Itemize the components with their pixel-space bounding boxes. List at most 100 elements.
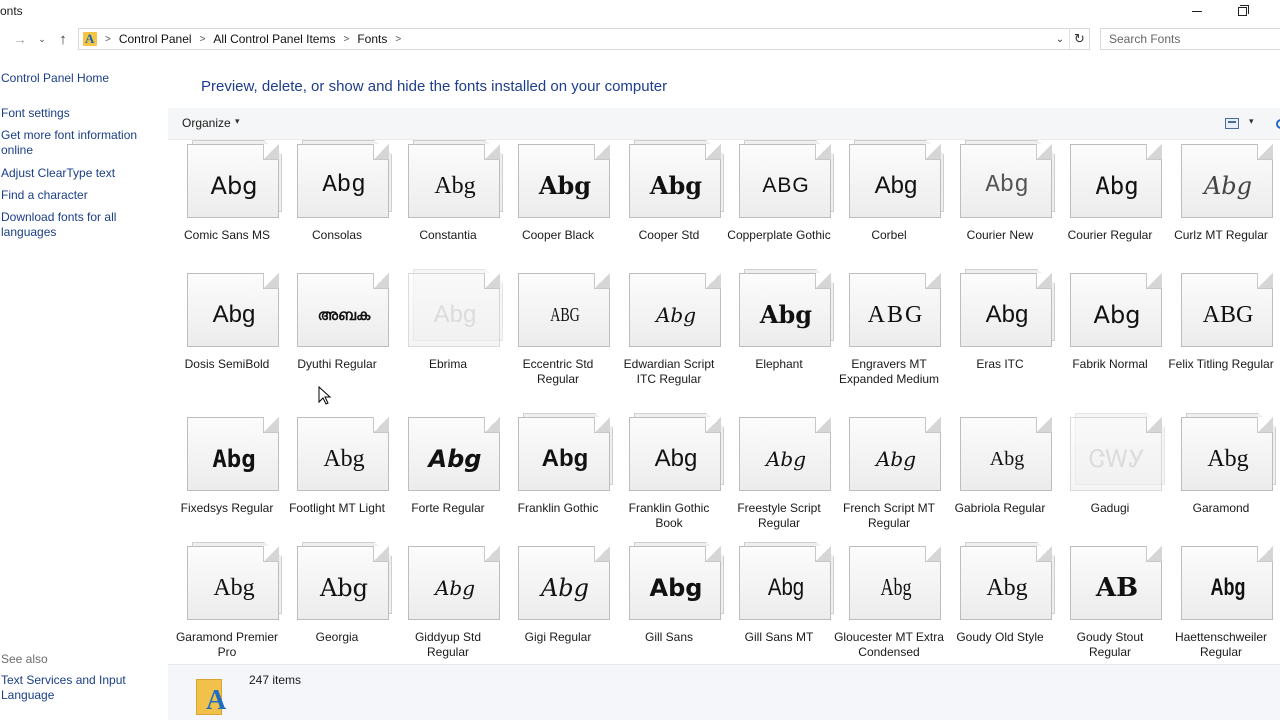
font-name-label: Corbel bbox=[871, 228, 907, 242]
font-file-icon: Abg bbox=[408, 140, 503, 220]
font-name-label: Georgia bbox=[315, 630, 359, 644]
font-file-icon: Abg bbox=[408, 413, 502, 493]
font-preview-sample: Abg bbox=[649, 171, 703, 200]
font-name-label: Goudy Old Style bbox=[956, 630, 1044, 644]
change-view-icon[interactable] bbox=[1225, 118, 1239, 129]
font-file-icon: Abg bbox=[187, 269, 281, 349]
font-file-icon: ABG bbox=[1181, 269, 1275, 349]
font-file-icon: AB bbox=[1070, 542, 1164, 622]
sidebar-link-download-fonts[interactable]: Download fonts for all languages bbox=[1, 210, 126, 240]
font-file-icon: Abg bbox=[739, 542, 834, 622]
help-icon[interactable] bbox=[1276, 119, 1280, 129]
window-title: onts bbox=[0, 4, 23, 18]
font-file-icon: Abg bbox=[960, 140, 1055, 220]
font-file-icon: Abg bbox=[960, 542, 1055, 622]
up-button[interactable]: ↑ bbox=[54, 29, 72, 49]
sidebar-link-control-panel-home[interactable]: Control Panel Home bbox=[1, 71, 151, 86]
search-input[interactable] bbox=[1100, 28, 1280, 50]
font-name-label: Gill Sans MT bbox=[744, 630, 814, 644]
font-name-label: Courier New bbox=[966, 228, 1034, 242]
font-preview-sample: Abg bbox=[759, 300, 813, 329]
address-bar[interactable]: A > Control Panel > All Control Panel It… bbox=[78, 28, 1090, 50]
font-file-icon: Abg bbox=[297, 542, 392, 622]
font-preview-sample: Abg bbox=[654, 445, 698, 472]
font-preview-sample: Abg bbox=[319, 574, 369, 602]
fonts-folder-large-icon: A bbox=[196, 675, 230, 719]
forward-button[interactable]: → bbox=[12, 29, 28, 49]
font-name-label: Cooper Std bbox=[638, 228, 700, 242]
sidebar-link-find-character[interactable]: Find a character bbox=[1, 188, 151, 203]
font-file-icon: ᏣᎳᎩ bbox=[1070, 413, 1165, 493]
font-name-label: Cooper Black bbox=[521, 228, 595, 242]
font-file-icon: Abg bbox=[849, 140, 944, 220]
font-file-icon: Abg bbox=[849, 542, 943, 622]
font-preview-sample: ᏣᎳᎩ bbox=[1088, 445, 1146, 473]
refresh-icon: ↻ bbox=[1074, 31, 1085, 46]
font-preview-sample: Abg bbox=[765, 447, 807, 471]
font-grid: Abg Comic Sans MS Abg Consolas Abg Constantia… bbox=[168, 140, 1280, 664]
breadcrumb-separator-icon[interactable]: > bbox=[200, 34, 206, 45]
breadcrumb-separator-icon[interactable]: > bbox=[395, 34, 401, 45]
sidebar-link-text-services[interactable]: Text Services and Input Language bbox=[1, 673, 136, 703]
font-preview-sample: Abg bbox=[985, 172, 1029, 199]
font-file-icon: Abg bbox=[1181, 413, 1276, 493]
font-preview-sample: Abg bbox=[985, 301, 1029, 328]
details-pane: A 247 items bbox=[168, 664, 1280, 720]
title-bar: onts bbox=[0, 0, 1280, 26]
font-name-label: Elephant bbox=[755, 357, 803, 371]
font-preview-sample: ABG bbox=[1202, 302, 1254, 328]
breadcrumb-control-panel[interactable]: Control Panel bbox=[119, 32, 192, 46]
font-preview-sample: Abg bbox=[1095, 172, 1139, 200]
view-options-dropdown-icon[interactable]: ▾ bbox=[1249, 116, 1254, 127]
sidebar-link-cleartype[interactable]: Adjust ClearType text bbox=[1, 166, 151, 181]
font-name-label: Giddyup Std Regular bbox=[414, 630, 482, 659]
font-file-icon: Abg bbox=[408, 269, 503, 349]
font-preview-sample: Abg bbox=[986, 575, 1028, 601]
font-preview-sample: Abg bbox=[428, 445, 482, 473]
sidebar-link-more-font-info[interactable]: Get more font information online bbox=[1, 128, 146, 158]
font-preview-sample: Abg bbox=[213, 575, 255, 601]
sidebar: Control Panel Home Font settings Get mor… bbox=[0, 56, 168, 720]
font-name-label: Courier Regular bbox=[1067, 228, 1153, 242]
up-arrow-icon: ↑ bbox=[59, 30, 67, 48]
font-name-label: Edwardian Script ITC Regular bbox=[623, 357, 715, 386]
address-history-dropdown[interactable]: ⌄ bbox=[1053, 31, 1067, 47]
font-preview-sample: Abg bbox=[649, 574, 703, 602]
font-name-label: Gigi Regular bbox=[524, 630, 592, 644]
main-content: Preview, delete, or show and hide the fo… bbox=[168, 56, 1280, 720]
font-file-icon: ABG bbox=[849, 269, 943, 349]
font-file-icon: Abg bbox=[629, 269, 723, 349]
font-preview-sample: ABG bbox=[550, 304, 580, 326]
minimize-button[interactable] bbox=[1174, 0, 1220, 22]
refresh-button[interactable]: ↻ bbox=[1069, 29, 1089, 49]
font-preview-sample: അബക bbox=[317, 306, 371, 324]
breadcrumb-fonts[interactable]: Fonts bbox=[357, 32, 387, 46]
font-file-icon: Abg bbox=[187, 140, 282, 220]
font-name-label: Eras ITC bbox=[976, 357, 1024, 371]
font-preview-sample: Abg bbox=[1203, 172, 1253, 200]
font-file-icon: Abg bbox=[518, 140, 612, 220]
font-name-label: Copperplate Gothic bbox=[727, 228, 831, 242]
font-name-label: Franklin Gothic bbox=[517, 501, 599, 515]
font-name-label: Comic Sans MS bbox=[183, 228, 271, 242]
font-preview-sample: Abg bbox=[434, 576, 476, 600]
font-name-label: Forte Regular bbox=[411, 501, 485, 515]
command-bar: Organize ▾ ▾ bbox=[168, 108, 1280, 140]
font-preview-sample: Abg bbox=[880, 575, 912, 601]
mouse-cursor-icon bbox=[318, 386, 332, 405]
organize-dropdown-icon[interactable]: ▾ bbox=[235, 116, 240, 127]
font-name-label: Consolas bbox=[311, 228, 363, 242]
recent-locations-button[interactable]: ⌄ bbox=[34, 29, 50, 49]
font-file-icon: Abg bbox=[739, 269, 834, 349]
font-file-icon: Abg bbox=[629, 140, 724, 220]
restore-button[interactable] bbox=[1219, 0, 1265, 22]
font-file-icon: Abg bbox=[187, 542, 282, 622]
breadcrumb-all-items[interactable]: All Control Panel Items bbox=[213, 32, 335, 46]
font-name-label: Dosis SemiBold bbox=[184, 357, 270, 371]
organize-button[interactable]: Organize bbox=[182, 116, 231, 130]
font-preview-sample: Abg bbox=[1210, 574, 1246, 601]
font-file-icon: ABG bbox=[739, 140, 834, 220]
font-file-icon: Abg bbox=[629, 413, 724, 493]
sidebar-link-font-settings[interactable]: Font settings bbox=[1, 106, 151, 121]
breadcrumb-separator-icon[interactable]: > bbox=[343, 34, 349, 45]
